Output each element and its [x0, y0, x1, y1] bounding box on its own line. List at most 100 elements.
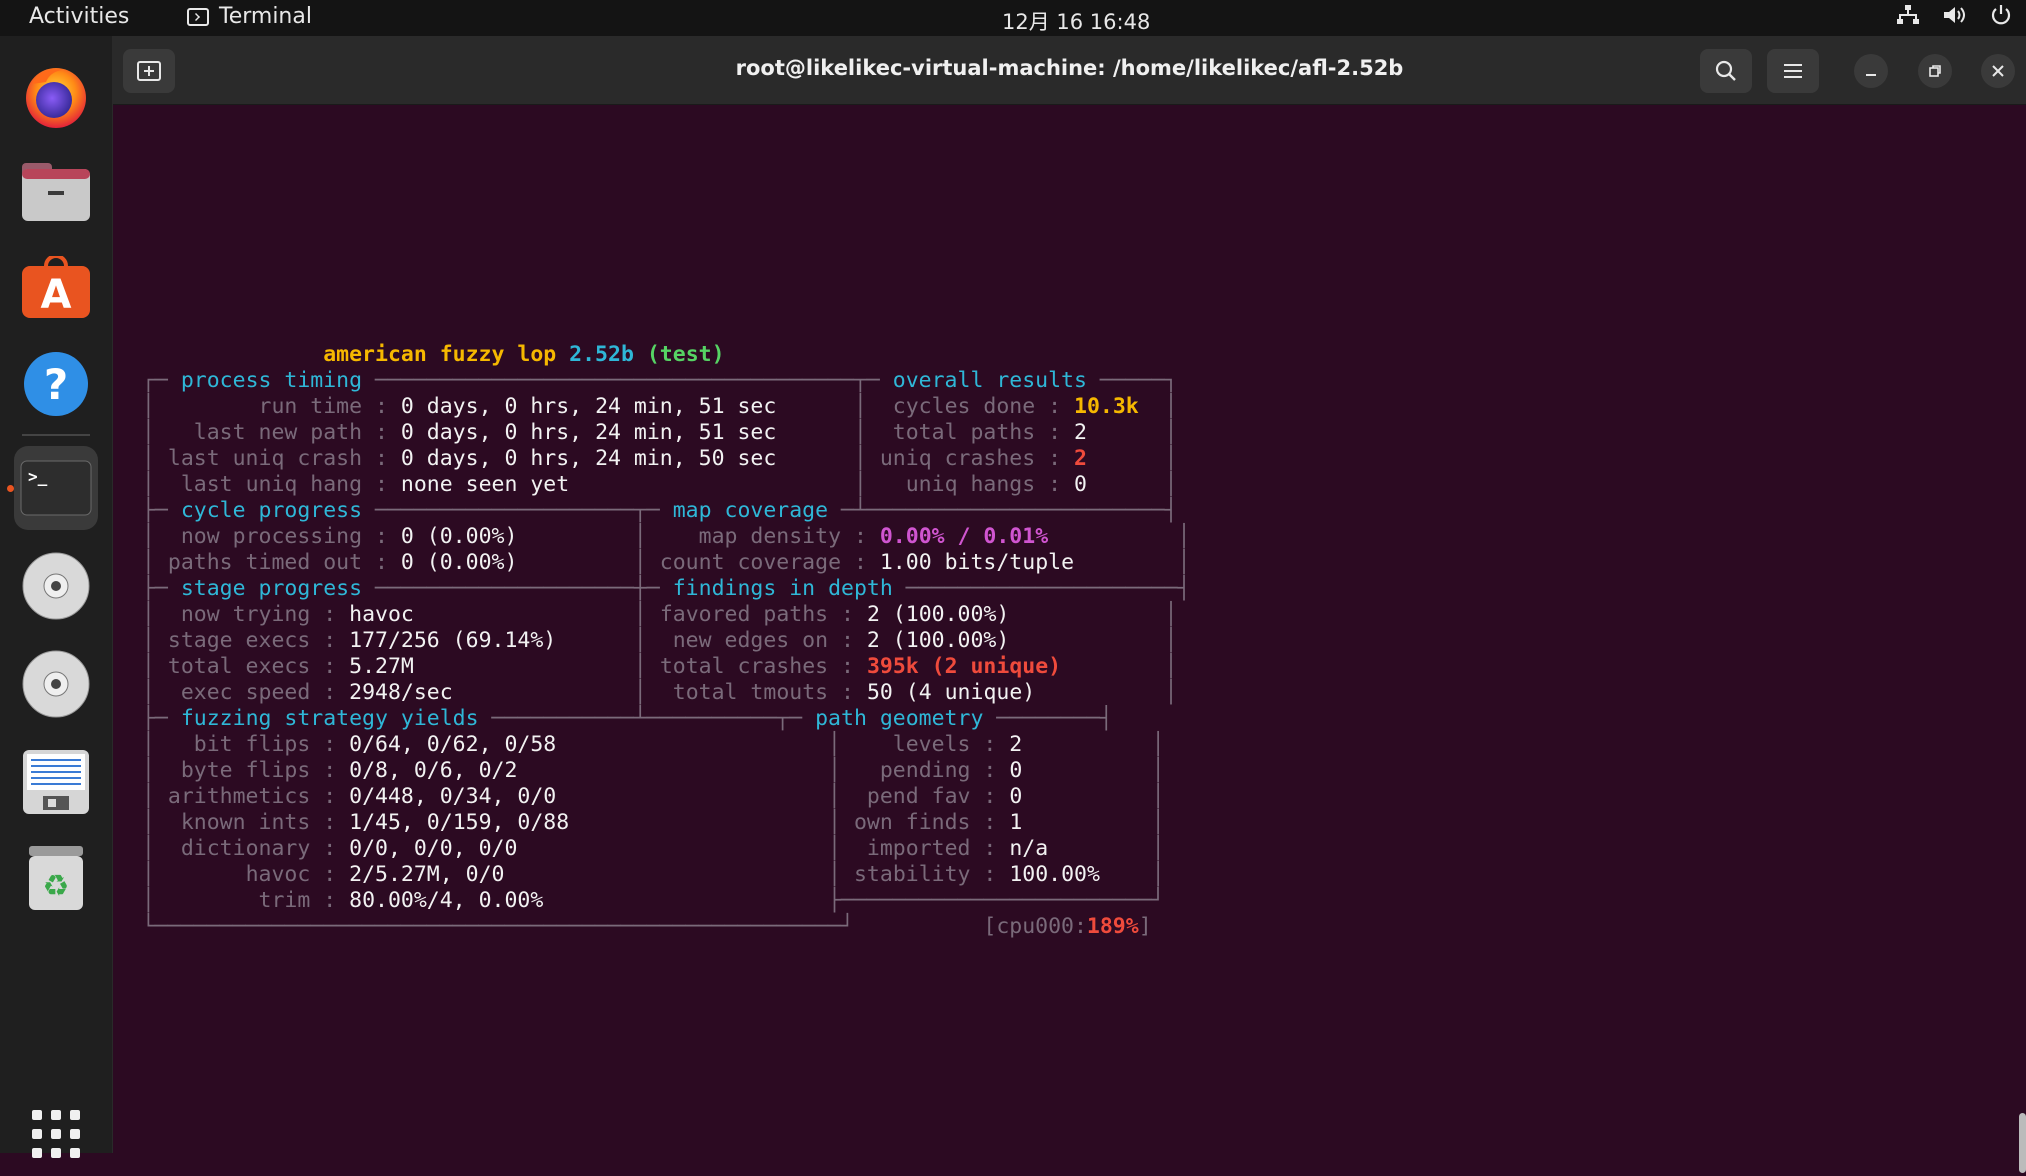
- label-last-uniq-hang: last uniq hang: [180, 472, 363, 497]
- label-map-density: map density: [698, 524, 842, 549]
- label-new-edges-on: new edges on: [672, 628, 829, 653]
- label-known-ints: known ints: [180, 810, 311, 835]
- total-execs-value: 5.27M: [349, 654, 414, 679]
- label-total-crashes: total crashes: [659, 654, 829, 679]
- label-own-finds: own finds: [853, 810, 971, 835]
- label-count-coverage: count coverage: [659, 550, 842, 575]
- search-button[interactable]: [1700, 49, 1752, 93]
- label-run-time: run time: [258, 394, 363, 419]
- label-last-new-path: last new path: [193, 420, 363, 445]
- svg-text:>_: >_: [28, 467, 48, 486]
- label-havoc: havoc: [245, 862, 311, 887]
- scrollbar[interactable]: [2019, 1113, 2026, 1173]
- label-trim: trim: [258, 888, 311, 913]
- terminal-app-icon: [187, 7, 209, 26]
- search-icon: [1715, 60, 1736, 81]
- label-dictionary: dictionary: [180, 836, 311, 861]
- uniq-hangs-value: 0: [1074, 472, 1087, 497]
- dock-item-text-editor[interactable]: [14, 740, 98, 824]
- dock-item-files[interactable]: [14, 150, 98, 234]
- section-overall-results: overall results: [892, 368, 1087, 393]
- dock-item-trash[interactable]: ♻: [14, 836, 98, 920]
- banner-target: (test): [646, 342, 725, 367]
- dock: A ? >_ ♻: [0, 36, 113, 1158]
- network-icon[interactable]: [1896, 4, 1920, 26]
- dictionary-value: 0/0, 0/0, 0/0: [349, 836, 518, 861]
- section-cycle-progress: cycle progress: [180, 498, 363, 523]
- section-path-geometry: path geometry: [815, 706, 984, 731]
- label-last-uniq-crash: last uniq crash: [167, 446, 363, 471]
- levels-value: 2: [1009, 732, 1023, 757]
- label-arithmetics: arithmetics: [167, 784, 311, 809]
- now-trying-value: havoc: [349, 602, 414, 627]
- arithmetics-value: 0/448, 0/34, 0/0: [349, 784, 557, 809]
- label-now-processing: now processing: [180, 524, 363, 549]
- trim-value: 80.00%/4, 0.00%: [349, 888, 544, 913]
- section-process-timing: process timing: [180, 368, 363, 393]
- bit-flips-value: 0/64, 0/62, 0/58: [349, 732, 557, 757]
- label-now-trying: now trying: [180, 602, 311, 627]
- system-tray[interactable]: [1896, 4, 2012, 26]
- label-bit-flips: bit flips: [193, 732, 311, 757]
- cycles-done-value: 10.3k: [1074, 394, 1139, 419]
- stage-execs-value: 177/256 (69.14%): [349, 628, 557, 653]
- files-icon: [22, 163, 90, 221]
- map-density-value: 0.00% / 0.01%: [879, 524, 1049, 549]
- total-crashes-value: 395k (2 unique): [866, 654, 1062, 679]
- label-levels: levels: [892, 732, 971, 757]
- window-header-bar[interactable]: root@likelikec-virtual-machine: /home/li…: [113, 36, 2026, 105]
- hamburger-menu-icon: [1784, 64, 1802, 78]
- new-edges-on-value: 2 (100.00%): [866, 628, 1010, 653]
- dock-item-firefox[interactable]: [14, 54, 98, 138]
- section-stage-progress: stage progress: [180, 576, 363, 601]
- svg-text:A: A: [41, 272, 72, 318]
- label-uniq-hangs: uniq hangs: [905, 472, 1036, 497]
- close-button[interactable]: [1981, 54, 2015, 88]
- label-exec-speed: exec speed: [180, 680, 311, 705]
- label-pend-fav: pend fav: [866, 784, 971, 809]
- section-findings-in-depth: findings in depth: [672, 576, 893, 601]
- text-editor-icon: [23, 750, 89, 814]
- label-byte-flips: byte flips: [180, 758, 311, 783]
- own-finds-value: 1: [1009, 810, 1023, 835]
- section-map-coverage: map coverage: [672, 498, 829, 523]
- last-uniq-hang-value: none seen yet: [400, 472, 570, 497]
- top-bar: Activities Terminal 12月 16 16:48: [0, 0, 2026, 36]
- label-paths-timed-out: paths timed out: [167, 550, 363, 575]
- restore-icon: [1929, 65, 1941, 77]
- afl-status-screen: american fuzzy lop 2.52b (test) ┌─ proce…: [142, 342, 1191, 939]
- disc-icon: [22, 552, 90, 620]
- svg-text:?: ?: [44, 360, 68, 409]
- terminal-icon: >_: [20, 460, 92, 516]
- maximize-button[interactable]: [1918, 54, 1952, 88]
- label-pending: pending: [879, 758, 971, 783]
- section-fuzzing-strategy-yields: fuzzing strategy yields: [180, 706, 479, 731]
- power-icon[interactable]: [1990, 4, 2012, 26]
- trash-icon: ♻: [29, 846, 83, 910]
- dock-item-help[interactable]: ?: [14, 342, 98, 426]
- dock-item-disc-2[interactable]: [14, 642, 98, 726]
- minimize-icon: [1866, 74, 1876, 76]
- exec-speed-value: 2948/sec: [349, 680, 453, 705]
- dock-item-show-apps[interactable]: [14, 1092, 98, 1176]
- disc-icon: [22, 650, 90, 718]
- uniq-crashes-value: 2: [1074, 446, 1087, 471]
- firefox-icon: [26, 68, 86, 128]
- app-menu[interactable]: Terminal: [187, 4, 312, 29]
- activities-button[interactable]: Activities: [29, 4, 129, 29]
- dock-item-app-center[interactable]: A: [14, 246, 98, 330]
- show-apps-icon: [32, 1110, 80, 1158]
- svg-text:♻: ♻: [43, 869, 70, 904]
- minimize-button[interactable]: [1854, 54, 1888, 88]
- count-coverage-value: 1.00 bits/tuple: [879, 550, 1075, 575]
- menu-button[interactable]: [1767, 49, 1819, 93]
- clock[interactable]: 12月 16 16:48: [1002, 6, 1150, 36]
- app-name: Terminal: [219, 4, 312, 29]
- dock-item-disc[interactable]: [14, 544, 98, 628]
- dock-item-terminal[interactable]: >_: [14, 446, 98, 530]
- known-ints-value: 1/45, 0/159, 0/88: [349, 810, 570, 835]
- banner-prefix: american fuzzy lop: [323, 342, 570, 367]
- label-cycles-done: cycles done: [892, 394, 1036, 419]
- volume-icon[interactable]: [1942, 4, 1968, 26]
- havoc-value: 2/5.27M, 0/0: [349, 862, 505, 887]
